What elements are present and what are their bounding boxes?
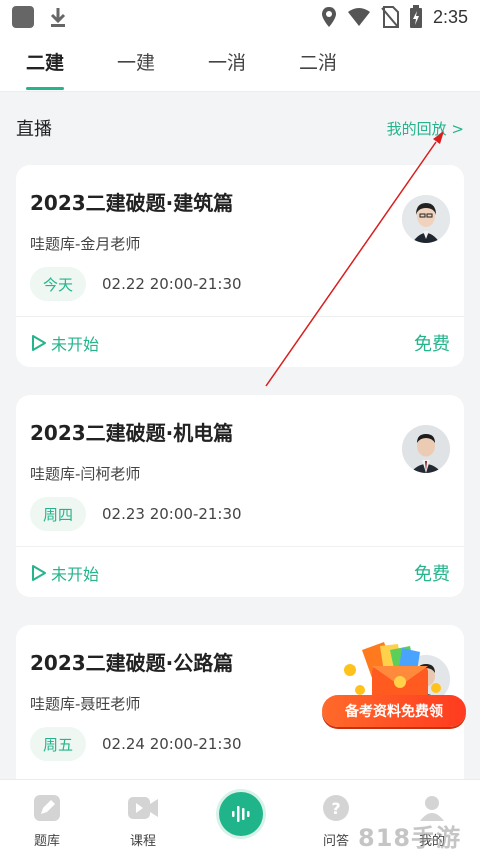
location-icon [321,7,336,27]
status-label: 未开始 [51,565,100,584]
site-watermark: 818手游网 [358,824,462,852]
price-label: 免费 [414,334,450,355]
course-status: 未开始 [30,331,99,355]
status-bar: 2:35 [0,0,480,34]
section-title: 直播 [16,119,52,140]
course-time: 02.23 20:00-21:30 [102,505,242,523]
teacher-name: 哇题库-金月老师 [30,235,141,253]
live-audio-icon [232,806,250,822]
price-label: 免费 [414,564,450,585]
app-notification-icon [12,6,34,28]
teacher-name: 哇题库-闫柯老师 [30,465,141,483]
course-time: 02.24 20:00-21:30 [102,735,242,753]
tab-yixiao[interactable]: 一消 [208,48,246,75]
nav-label: 问答 [322,834,349,849]
play-outline-icon [32,565,46,581]
free-materials-promo[interactable]: 备考资料免费领 [312,640,470,732]
nav-live[interactable] [219,792,263,836]
tab-yijian[interactable]: 一建 [117,48,155,75]
tab-erxiao[interactable]: 二消 [299,48,337,75]
promo-label: 备考资料免费领 [322,695,466,727]
play-outline-icon [32,335,46,351]
battery-charging-icon [409,5,422,28]
nav-qa[interactable]: ? 问答 [306,792,366,849]
day-chip: 周五 [30,727,86,761]
active-tab-indicator [26,87,64,90]
wifi-icon [347,8,370,26]
my-replays-link[interactable]: 我的回放 > [387,118,464,139]
video-icon [128,797,158,819]
course-title: 2023二建破题·公路篇 [30,651,234,675]
live-course-card[interactable]: 2023二建破题·建筑篇 哇题库-金月老师 今天 02.22 20:00-21:… [16,165,464,367]
svg-text:?: ? [331,799,340,818]
no-sim-icon [381,6,399,28]
course-status: 未开始 [30,561,99,585]
pencil-icon [34,795,60,821]
teacher-name: 哇题库-聂旺老师 [30,695,141,713]
download-icon [50,8,66,27]
live-section-header: 直播 我的回放 > [16,114,464,142]
card-divider [16,316,464,317]
nav-label: 课程 [129,834,156,849]
course-time: 02.22 20:00-21:30 [102,275,242,293]
nav-label: 题库 [33,834,60,849]
tab-erjian[interactable]: 二建 [26,48,64,75]
nav-courses[interactable]: 课程 [113,792,173,849]
day-chip: 周四 [30,497,86,531]
status-label: 未开始 [51,335,100,354]
exam-tabs: 二建 一建 一消 二消 [0,34,480,92]
course-title: 2023二建破题·建筑篇 [30,191,234,215]
question-icon: ? [323,795,349,821]
male-teacher-avatar [402,425,450,473]
course-title: 2023二建破题·机电篇 [30,421,234,445]
clock: 2:35 [432,6,468,27]
nav-question-bank[interactable]: 题库 [17,792,77,849]
female-teacher-avatar [402,195,450,243]
live-course-card[interactable]: 2023二建破题·机电篇 哇题库-闫柯老师 周四 02.23 20:00-21:… [16,395,464,597]
card-divider [16,546,464,547]
day-chip: 今天 [30,267,86,301]
